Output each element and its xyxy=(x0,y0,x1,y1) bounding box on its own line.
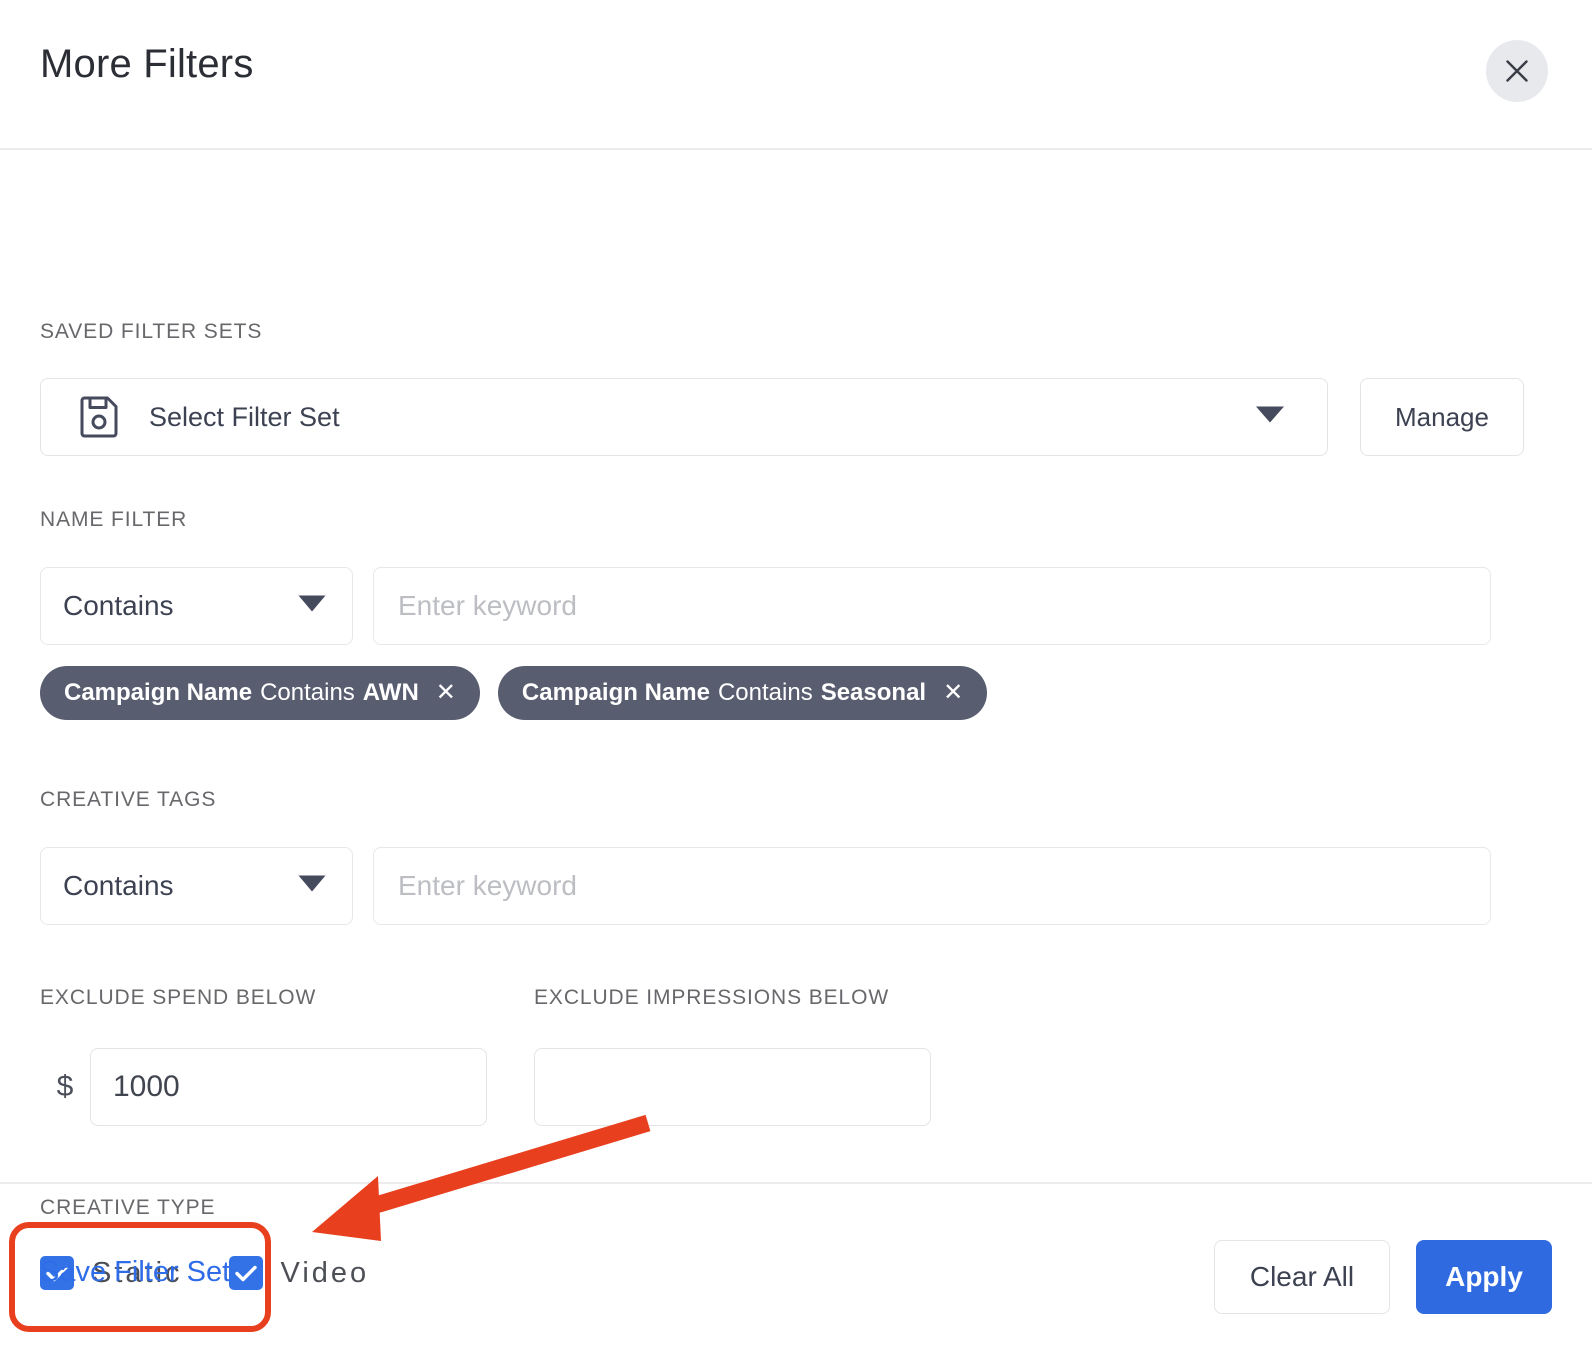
save-filter-set-button[interactable]: Save Filter Set xyxy=(40,1256,230,1289)
name-filter-row: Contains xyxy=(40,567,1491,645)
modal-header: More Filters xyxy=(0,0,1592,150)
clear-all-button[interactable]: Clear All xyxy=(1214,1240,1390,1314)
exclude-thresholds-group: EXCLUDE SPEND BELOW $ EXCLUDE IMPRESSION… xyxy=(40,986,1034,1126)
name-filter-operator-value: Contains xyxy=(63,590,174,622)
exclude-spend-column: EXCLUDE SPEND BELOW $ xyxy=(40,986,534,1126)
creative-tags-group: Contains xyxy=(40,847,1491,925)
more-filters-modal: More Filters SAVED FILTER SETS xyxy=(0,0,1592,1368)
exclude-impressions-label: EXCLUDE IMPRESSIONS BELOW xyxy=(534,986,1034,1010)
manage-filter-sets-button[interactable]: Manage xyxy=(1360,378,1524,456)
name-filter-group: Contains Campaign Name Contains AWN ✕ Ca… xyxy=(40,567,1491,720)
creative-tags-row: Contains xyxy=(40,847,1491,925)
name-filter-operator-select[interactable]: Contains xyxy=(40,567,353,645)
close-button[interactable] xyxy=(1486,40,1548,102)
saved-filter-sets-row: Select Filter Set Manage xyxy=(40,378,1524,456)
chip-operator: Contains xyxy=(260,679,355,707)
footer-actions: Clear All Apply xyxy=(1214,1240,1552,1314)
exclude-impressions-input[interactable] xyxy=(534,1048,931,1126)
currency-symbol: $ xyxy=(40,1070,90,1104)
select-filter-set-dropdown[interactable]: Select Filter Set xyxy=(40,378,1328,456)
creative-tags-operator-select[interactable]: Contains xyxy=(40,847,353,925)
chevron-down-icon xyxy=(1255,406,1285,429)
apply-button[interactable]: Apply xyxy=(1416,1240,1552,1314)
name-filter-chip-list: Campaign Name Contains AWN ✕ Campaign Na… xyxy=(40,666,1491,720)
chip-remove-icon[interactable]: ✕ xyxy=(436,681,456,705)
creative-tags-label: CREATIVE TAGS xyxy=(40,788,216,812)
filter-chip[interactable]: Campaign Name Contains Seasonal ✕ xyxy=(498,666,987,720)
name-filter-keyword-input[interactable] xyxy=(373,567,1491,645)
chip-field: Campaign Name xyxy=(64,679,252,707)
modal-body: SAVED FILTER SETS Select Filter Set Mana… xyxy=(0,150,1592,1180)
chevron-down-icon xyxy=(298,595,326,617)
chip-operator: Contains xyxy=(718,679,813,707)
exclude-spend-input-line: $ xyxy=(40,1048,534,1126)
chip-remove-icon[interactable]: ✕ xyxy=(943,681,963,705)
page-title: More Filters xyxy=(40,40,254,88)
chevron-down-icon xyxy=(298,875,326,897)
chip-value: AWN xyxy=(363,679,419,707)
chip-value: Seasonal xyxy=(821,679,926,707)
filter-chip[interactable]: Campaign Name Contains AWN ✕ xyxy=(40,666,480,720)
exclude-impressions-column: EXCLUDE IMPRESSIONS BELOW xyxy=(534,986,1034,1126)
save-disk-icon xyxy=(79,396,119,438)
saved-filter-sets-label: SAVED FILTER SETS xyxy=(40,320,262,344)
select-filter-set-value: Select Filter Set xyxy=(149,402,340,433)
chip-field: Campaign Name xyxy=(522,679,710,707)
modal-footer: Save Filter Set Clear All Apply xyxy=(0,1182,1592,1368)
creative-tags-operator-value: Contains xyxy=(63,870,174,902)
name-filter-label: NAME FILTER xyxy=(40,508,187,532)
creative-tags-keyword-input[interactable] xyxy=(373,847,1491,925)
close-icon xyxy=(1504,58,1530,84)
exclude-impressions-input-line xyxy=(534,1048,1034,1126)
exclude-spend-label: EXCLUDE SPEND BELOW xyxy=(40,986,534,1010)
exclude-spend-input[interactable] xyxy=(90,1048,487,1126)
